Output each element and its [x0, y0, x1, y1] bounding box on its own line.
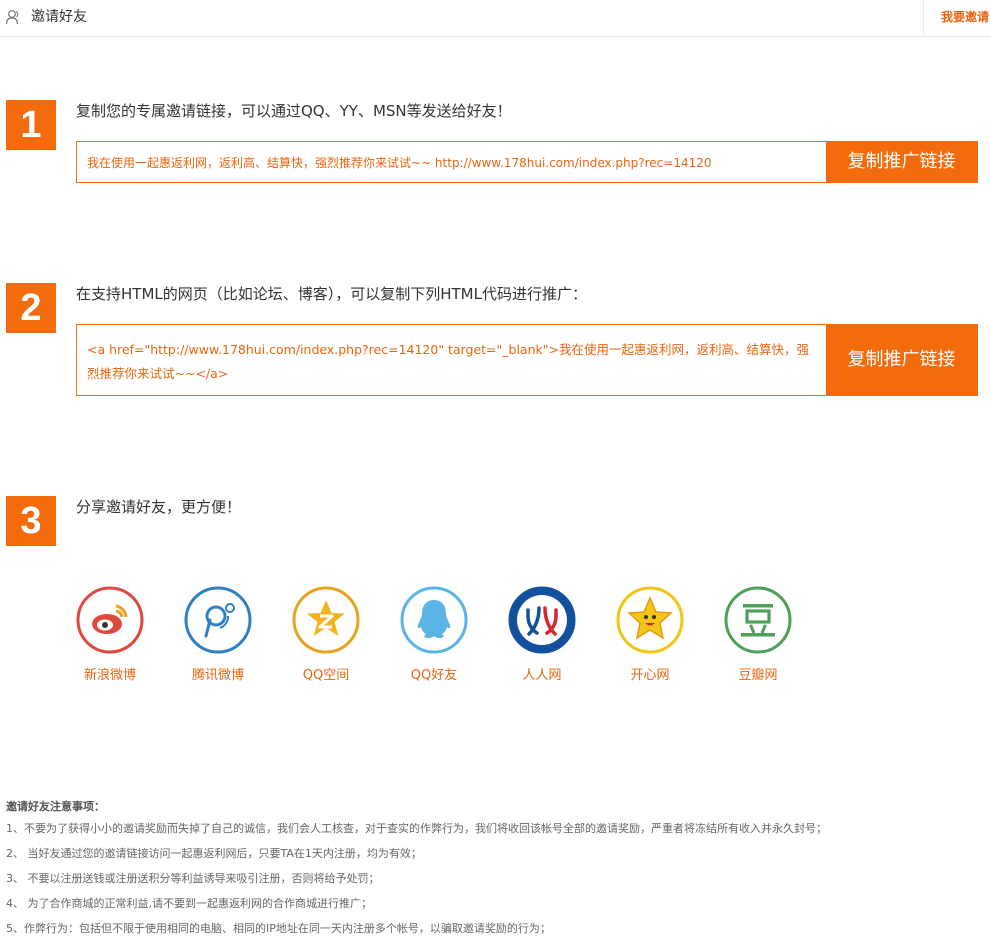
weibo-icon: [76, 586, 144, 654]
step-2-description: 在支持HTML的网页（比如论坛、博客），可以复制下列HTML代码进行推广：: [76, 285, 587, 303]
renren-icon: [508, 586, 576, 654]
share-qq-friends[interactable]: QQ好友: [400, 586, 468, 683]
kaixin-icon: [616, 586, 684, 654]
tencent-weibo-icon: [184, 586, 252, 654]
share-qq-friends-label: QQ好友: [410, 668, 458, 683]
html-code-text[interactable]: <a href="http://www.178hui.com/index.php…: [87, 338, 817, 386]
invite-tab-link[interactable]: 我要邀请: [941, 8, 989, 26]
qzone-icon: [292, 586, 360, 654]
step-2-badge: 2: [6, 283, 56, 333]
copy-html-button[interactable]: 复制推广链接: [826, 325, 977, 395]
referral-link-text[interactable]: 我在使用一起惠返利网，返利高、结算快，强烈推荐你来试试~~ http://www…: [87, 154, 817, 172]
referral-link-box[interactable]: 我在使用一起惠返利网，返利高、结算快，强烈推荐你来试试~~ http://www…: [76, 141, 978, 183]
share-tencent-weibo[interactable]: 腾讯微博: [184, 586, 252, 683]
share-weibo[interactable]: 新浪微博: [76, 586, 144, 683]
note-item: 1、不要为了获得小小的邀请奖励而失掉了自己的诚信，我们会人工核查，对于查实的作弊…: [6, 822, 827, 835]
share-douban[interactable]: 豆瓣网: [724, 586, 792, 683]
note-item: 2、 当好友通过您的邀请链接访问一起惠返利网后，只要TA在1天内注册，均为有效；: [6, 847, 422, 860]
share-tencent-weibo-label: 腾讯微博: [191, 668, 244, 683]
step-1-badge: 1: [6, 100, 56, 150]
douban-icon: [724, 586, 792, 654]
page-title: 邀请好友: [31, 9, 87, 25]
user-icon: [5, 10, 19, 25]
notes-title: 邀请好友注意事项：: [6, 800, 105, 813]
step-3-description: 分享邀请好友，更方便！: [76, 498, 242, 516]
qq-icon: [400, 586, 468, 654]
share-qzone[interactable]: QQ空间: [292, 586, 360, 683]
header-bar: 邀请好友 我要邀请: [0, 0, 991, 37]
share-renren[interactable]: 人人网: [508, 586, 576, 683]
share-renren-label: 人人网: [522, 668, 562, 683]
copy-link-button[interactable]: 复制推广链接: [826, 142, 977, 182]
share-douban-label: 豆瓣网: [738, 668, 778, 683]
note-item: 3、 不要以注册送钱或注册送积分等利益诱导来吸引注册，否则将给予处罚；: [6, 872, 380, 885]
note-item: 5、作弊行为：包括但不限于使用相同的电脑、相同的IP地址在同一天内注册多个帐号，…: [6, 922, 551, 935]
notes-section: 邀请好友注意事项： 1、不要为了获得小小的邀请奖励而失掉了自己的诚信，我们会人工…: [6, 798, 986, 941]
note-item: 4、 为了合作商城的正常利益,请不要到一起惠返利网的合作商城进行推广；: [6, 897, 372, 910]
share-kaixin-label: 开心网: [630, 668, 670, 683]
html-code-box[interactable]: <a href="http://www.178hui.com/index.php…: [76, 324, 978, 396]
share-qzone-label: QQ空间: [302, 668, 350, 683]
share-list: 新浪微博 腾讯微博 QQ空间 QQ好友 人人网 开心网 豆瓣网: [76, 586, 836, 696]
share-weibo-label: 新浪微博: [83, 668, 136, 683]
header-divider: [923, 0, 924, 36]
step-3-badge: 3: [6, 496, 56, 546]
step-1-description: 复制您的专属邀请链接，可以通过QQ、YY、MSN等发送给好友！: [76, 102, 512, 120]
share-kaixin[interactable]: 开心网: [616, 586, 684, 683]
